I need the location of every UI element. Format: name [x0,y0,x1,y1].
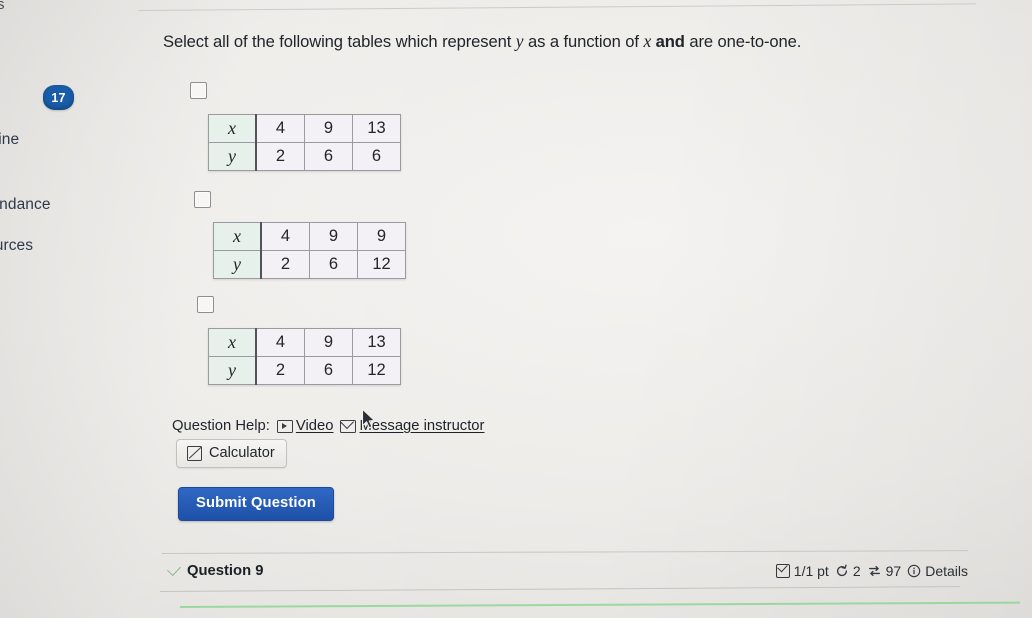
question-9-status-bar: Question 9 1/1 pt 2 97 Details [166,561,968,579]
table-row: x 4 9 13 [208,114,401,143]
sidebar-badge-count[interactable]: 17 [43,85,74,110]
prompt-text-1: Select all of the following tables which… [163,32,516,51]
question-help-row: Question Help: Video Message instructor [172,418,484,434]
cell-x-2: 9 [304,328,353,357]
question-9-stats: 1/1 pt 2 97 Details [775,563,968,579]
message-instructor-link[interactable]: Message instructor [340,418,484,434]
calculator-button[interactable]: Calculator [176,439,287,468]
check-icon [166,561,182,577]
info-icon [907,564,921,578]
table-row: y 2 6 12 [208,356,401,385]
points-stat: 1/1 pt [775,563,829,579]
cell-y-3: 6 [352,142,401,171]
next-question-green-accent [179,601,1020,608]
video-icon [276,419,293,433]
row-label-x: x [213,222,262,251]
exchanges-value: 97 [885,563,902,579]
secondary-bottom-divider [159,586,960,592]
cell-x-2: 9 [309,222,358,251]
points-value: 1/1 pt [793,563,829,579]
video-link-label: Video [295,418,334,434]
retry-icon [835,564,849,578]
prompt-text-2: as a function of [523,32,644,51]
question-9-title-group[interactable]: Question 9 [166,561,264,579]
cell-x-3: 9 [357,222,406,251]
exchanges-stat: 97 [867,563,902,579]
question-help-label: Question Help: [172,418,270,434]
mail-icon [340,419,357,433]
attempts-value: 2 [852,563,861,579]
table-row: x 4 9 13 [208,328,401,357]
sidebar-item-attendance[interactable]: tendance [0,196,51,214]
question-9-label: Question 9 [187,563,264,579]
sidebar-item-online[interactable]: nline [0,131,19,149]
prompt-variable-x: x [643,31,652,51]
calculator-icon [187,445,202,461]
prompt-text-4: are one-to-one. [684,32,802,51]
cell-x-2: 9 [304,114,353,143]
left-sidebar: s 17 nline tendance ources [0,0,132,618]
checkbox-check-icon [775,564,790,578]
sidebar-item-resources[interactable]: ources [0,237,33,255]
option-2-checkbox[interactable] [194,191,211,208]
option-3-table[interactable]: x 4 9 13 y 2 6 12 [208,328,401,385]
cell-x-1: 4 [255,328,305,357]
row-label-y: y [208,356,257,385]
row-label-x: x [208,114,257,143]
question-content: Select all of the following tables which… [0,0,1032,618]
cell-y-2: 6 [304,142,353,171]
table-row: y 2 6 12 [213,250,406,279]
cell-y-1: 2 [255,356,305,385]
option-2-table[interactable]: x 4 9 9 y 2 6 12 [213,222,406,279]
cell-x-3: 13 [352,114,401,143]
cell-y-2: 6 [304,356,353,385]
attempts-stat: 2 [835,563,861,579]
cell-y-1: 2 [255,142,305,171]
cell-y-2: 6 [309,250,358,279]
cell-y-1: 2 [260,250,310,279]
submit-question-button[interactable]: Submit Question [178,487,334,521]
row-label-y: y [213,250,262,279]
option-1-checkbox[interactable] [190,82,207,99]
option-3-checkbox[interactable] [197,296,214,313]
option-1-table[interactable]: x 4 9 13 y 2 6 6 [208,114,401,171]
bottom-divider [161,550,968,554]
video-help-link[interactable]: Video [276,418,334,434]
row-label-y: y [208,142,257,171]
cell-x-1: 4 [260,222,310,251]
question-prompt: Select all of the following tables which… [163,30,953,53]
sidebar-top-fragment: s [0,0,5,13]
row-label-x: x [208,328,257,357]
table-row: x 4 9 9 [213,222,406,251]
cell-y-3: 12 [357,250,406,279]
cell-x-1: 4 [255,114,305,143]
details-group[interactable]: Details [907,563,968,579]
details-label: Details [925,563,968,579]
prompt-bold-and: and [655,32,685,51]
calculator-button-label: Calculator [209,445,275,461]
cell-y-3: 12 [352,356,401,385]
message-instructor-label: Message instructor [359,418,485,434]
swap-arrows-icon [867,564,882,578]
cell-x-3: 13 [352,328,401,357]
table-row: y 2 6 6 [208,142,401,171]
